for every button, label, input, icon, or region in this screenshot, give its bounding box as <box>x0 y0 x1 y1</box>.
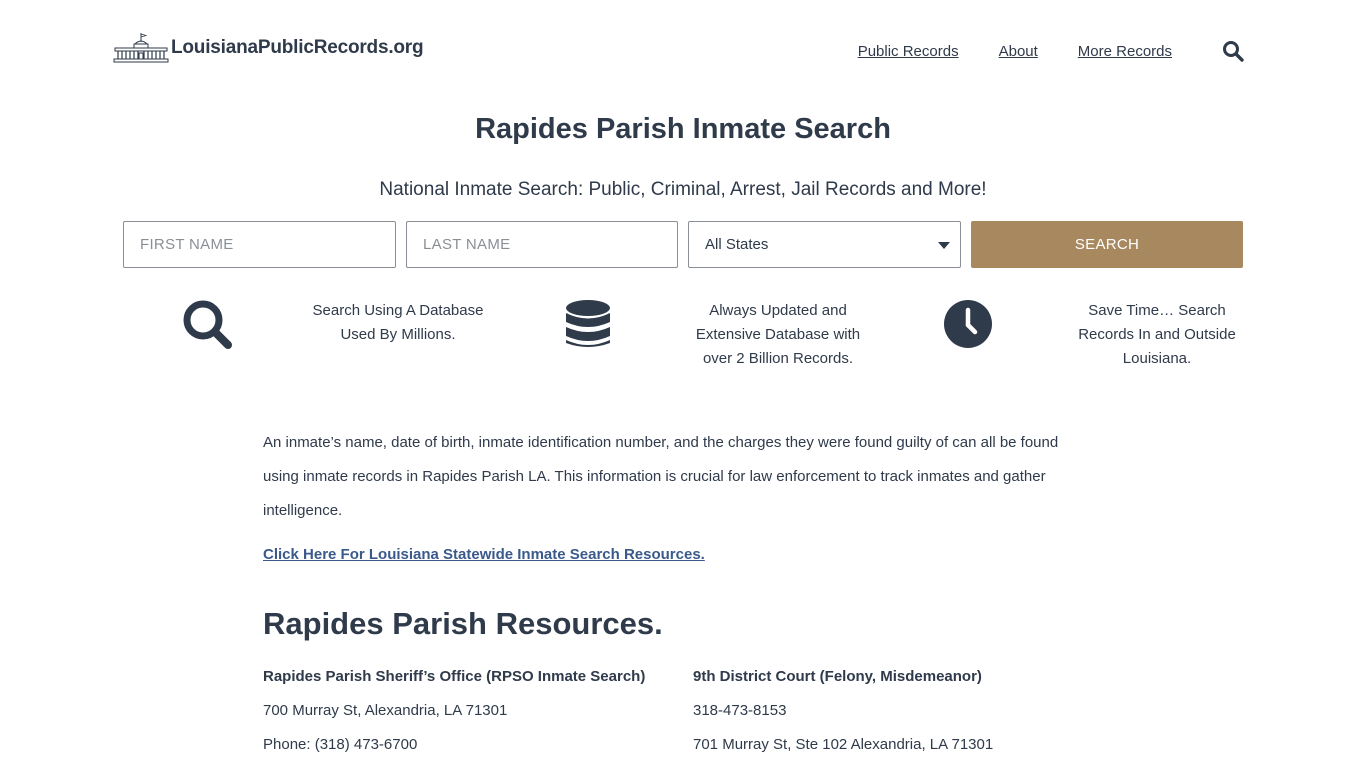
site-logo[interactable]: LouisianaPublicRecords.org <box>113 33 424 63</box>
resource-district-court: 9th District Court (Felony, Misdemeanor)… <box>693 666 1113 756</box>
feature-clock: Save Time… Search Records In and Outside… <box>943 299 1263 379</box>
resources-heading: Rapides Parish Resources. <box>263 606 663 641</box>
search-icon <box>183 300 232 349</box>
search-form: All States SEARCH <box>123 221 1243 268</box>
feature-search: Search Using A Database Used By Millions… <box>182 299 502 379</box>
resource-address: 701 Murray St, Ste 102 Alexandria, LA 71… <box>693 736 994 753</box>
nav-public-records[interactable]: Public Records <box>858 43 959 60</box>
feature-text: Search Using A Database Used By Millions… <box>312 302 484 343</box>
resource-name: 9th District Court (Felony, Misdemeanor) <box>693 668 982 685</box>
clock-icon <box>944 300 992 348</box>
state-select-value: All States <box>705 236 769 253</box>
first-name-input[interactable] <box>123 221 396 268</box>
main-content: An inmate’s name, date of birth, inmate … <box>263 426 1083 753</box>
search-button[interactable]: SEARCH <box>971 221 1243 268</box>
search-icon[interactable] <box>1222 40 1244 62</box>
capitol-building-icon <box>113 33 169 63</box>
resource-sheriff: Rapides Parish Sheriff’s Office (RPSO In… <box>263 666 683 756</box>
nav-more-records[interactable]: More Records <box>1078 43 1172 60</box>
resource-phone: 318-473-8153 <box>693 702 787 719</box>
intro-paragraph: An inmate’s name, date of birth, inmate … <box>263 434 1059 519</box>
logo-text: LouisianaPublicRecords.org <box>171 37 424 58</box>
feature-text: Save Time… Search Records In and Outside… <box>1078 302 1236 367</box>
feature-text: Always Updated and Extensive Database wi… <box>695 302 861 367</box>
resource-address: 700 Murray St, Alexandria, LA 71301 <box>263 702 508 719</box>
nav-about[interactable]: About <box>999 43 1038 60</box>
state-select[interactable]: All States <box>688 221 961 268</box>
last-name-input[interactable] <box>406 221 678 268</box>
resource-phone: Phone: (318) 473-6700 <box>263 736 418 753</box>
resource-name: Rapides Parish Sheriff’s Office (RPSO In… <box>263 668 646 685</box>
main-nav: Public Records About More Records <box>818 40 1244 62</box>
database-icon <box>566 300 610 347</box>
site-header: LouisianaPublicRecords.org Public Record… <box>0 0 1366 100</box>
page-subtitle: National Inmate Search: Public, Criminal… <box>379 179 987 200</box>
statewide-resources-link[interactable]: Click Here For Louisiana Statewide Inmat… <box>263 546 705 563</box>
page-title: Rapides Parish Inmate Search <box>475 113 891 145</box>
caret-down-icon <box>938 242 950 249</box>
feature-database: Always Updated and Extensive Database wi… <box>566 299 886 379</box>
